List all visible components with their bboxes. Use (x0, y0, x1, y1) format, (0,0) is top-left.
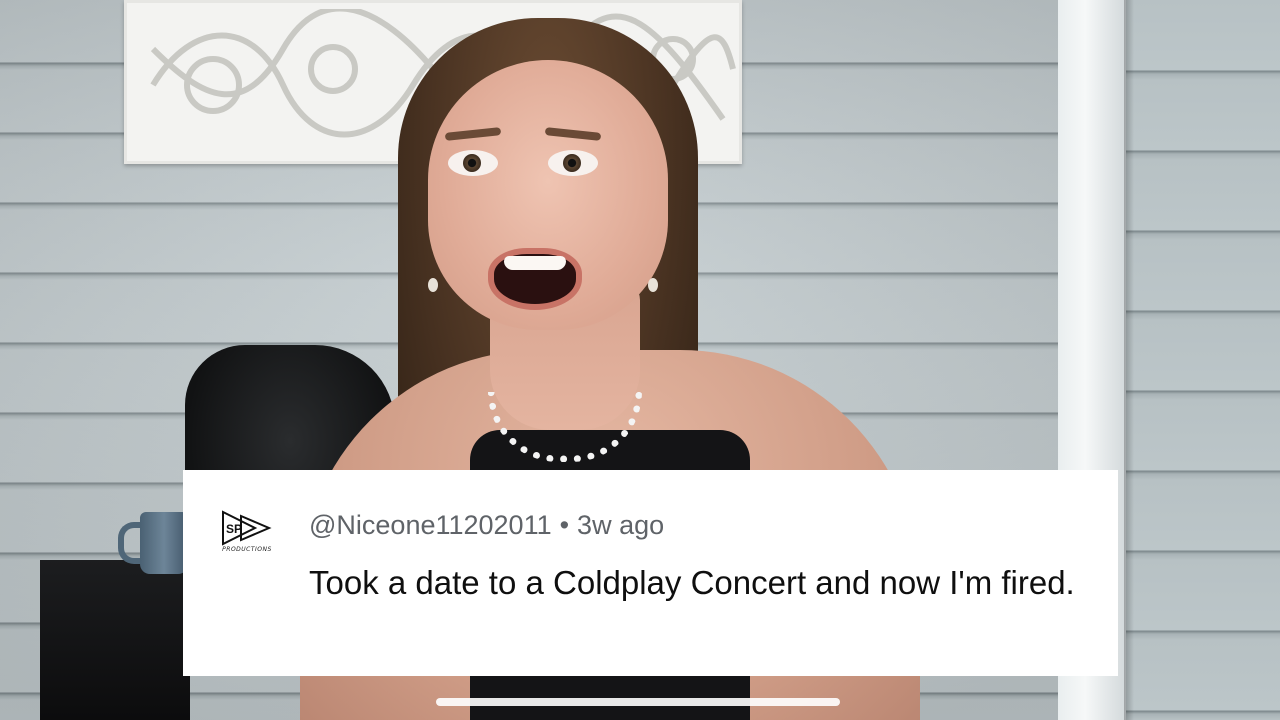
comment-timestamp: 3w ago (577, 510, 665, 540)
earring (428, 278, 438, 292)
earring (648, 278, 658, 292)
meta-separator: • (559, 510, 570, 540)
sp-productions-logo-icon[interactable]: SP PRODUCTIONS (217, 510, 277, 556)
comment-username[interactable]: @Niceone11202011 (309, 510, 552, 540)
svg-text:SP: SP (226, 522, 242, 536)
comment-meta: @Niceone11202011 • 3w ago (309, 510, 664, 541)
comment-card: SP PRODUCTIONS @Niceone11202011 • 3w ago T… (183, 470, 1118, 676)
desk (40, 560, 190, 720)
left-eye (448, 150, 498, 176)
wall-panel-right (1110, 0, 1280, 720)
avatar-caption: PRODUCTIONS (222, 546, 272, 553)
mug (140, 512, 188, 574)
right-eye (548, 150, 598, 176)
home-indicator[interactable] (436, 698, 840, 706)
comment-text: Took a date to a Coldplay Concert and no… (309, 564, 1075, 601)
